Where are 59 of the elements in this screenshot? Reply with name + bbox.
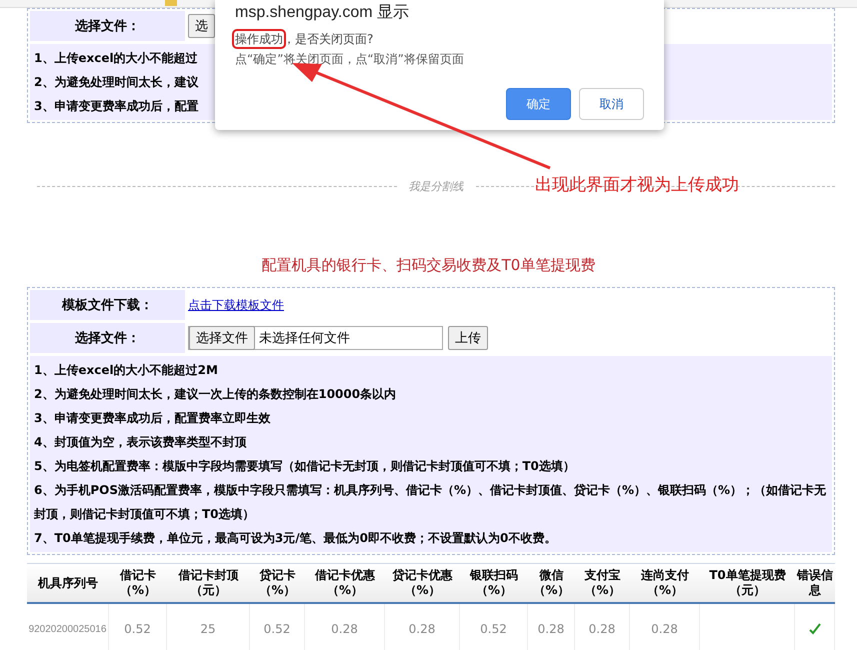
note-text: 1、上传excel的大小不能超过2M xyxy=(34,362,218,379)
column-header: 错误信息 xyxy=(796,568,834,598)
table-cell: 0.52 xyxy=(109,604,167,650)
column-unit: （%） xyxy=(584,583,621,598)
form-label: 选择文件： xyxy=(30,11,185,41)
note-text: 3、申请变更费率成功后，配置 xyxy=(34,98,198,115)
column-header: 贷记卡优惠 xyxy=(392,568,452,583)
checkmark-icon xyxy=(808,623,820,635)
column-header: 支付宝 xyxy=(584,568,620,583)
file-status: 未选择任何文件 xyxy=(258,330,350,347)
column-unit: （元） xyxy=(190,583,226,598)
file-input[interactable]: 选择文件 未选择任何文件 xyxy=(188,326,443,350)
column-header: 借记卡 xyxy=(120,568,156,583)
note-text: 5、为电签机配置费率：模版中字段均需要填写（如借记卡无封顶，则借记卡封顶值可不填；T0选填） xyxy=(34,458,575,475)
dialog-title: msp.shengpay.com 显示 xyxy=(235,3,410,23)
column-header: T0单笔提现费 xyxy=(709,568,786,583)
table-cell: 0.28 xyxy=(305,604,385,650)
note-text: 4、封顶值为空，表示该费率类型不封顶 xyxy=(34,434,246,451)
column-unit: （元） xyxy=(730,583,766,598)
table-cell: 25 xyxy=(167,604,250,650)
form-label: 选择文件： xyxy=(30,323,185,353)
column-header: 连尚支付 xyxy=(641,568,689,583)
column-unit: （%） xyxy=(120,583,156,598)
column-unit: （%） xyxy=(533,583,570,598)
table-cell: 0.28 xyxy=(385,604,460,650)
note-text: 1、上传excel的大小不能超过 xyxy=(34,50,198,67)
divider-label: 我是分割线 xyxy=(408,179,464,194)
column-unit: （%） xyxy=(259,583,296,598)
choose-file-button[interactable]: 选 xyxy=(188,14,215,38)
choose-file-button[interactable]: 选择文件 xyxy=(189,326,255,350)
table-cell: 0.28 xyxy=(575,604,630,650)
column-header: 借记卡优惠 xyxy=(315,568,375,583)
form-label: 模板文件下载： xyxy=(30,290,185,320)
section-title: 配置机具的银行卡、扫码交易收费及T0单笔提现费 xyxy=(260,256,596,275)
table-cell: 0.52 xyxy=(460,604,528,650)
column-unit: （%） xyxy=(646,583,684,598)
dialog-message: 操作成功，是否关闭页面? xyxy=(235,31,644,48)
table-cell: 0.28 xyxy=(630,604,700,650)
folder-icon[interactable] xyxy=(165,0,177,6)
table-cell: 0.28 xyxy=(528,604,575,650)
column-header: 贷记卡 xyxy=(260,568,296,583)
table-cell: 92020200025016 xyxy=(27,604,109,650)
column-header: 银联扫码 xyxy=(470,568,518,583)
column-header: 微信 xyxy=(540,568,564,583)
column-header: 机具序列号 xyxy=(38,576,98,590)
upload-button[interactable]: 上传 xyxy=(448,326,488,350)
note-text: 7、T0单笔提现手续费，单位元，最高可设为3元/笔、最低为0即不收费；不设置默认为0不收费。 xyxy=(34,530,556,547)
table-cell: 0.52 xyxy=(250,604,305,650)
note-text: 2、为避免处理时间太长，建议一次上传的条数控制在10000条以内 xyxy=(34,386,396,403)
cancel-button[interactable]: 取消 xyxy=(579,88,644,120)
note-text: 2、为避免处理时间太长，建议 xyxy=(34,74,198,91)
column-header: 借记卡封顶 xyxy=(178,568,238,583)
download-link[interactable]: 点击下载模板文件 xyxy=(188,296,284,314)
column-unit: （%） xyxy=(326,583,364,598)
column-unit: （%） xyxy=(476,583,512,598)
column-unit: （%） xyxy=(404,583,441,598)
note-text: 3、申请变更费率成功后，配置费率立即生效 xyxy=(34,410,270,427)
note-text: 6、为手机POS激活码配置费率，模版中字段只需填写：机具序列号、借记卡（%）、借记卡封顶值、贷记卡（%）、银联扫码（%）；（如借记卡无封顶，则借记卡封顶值可不填；T0选填） xyxy=(34,482,828,523)
annotation-text: 出现此界面才视为上传成功 xyxy=(535,174,739,196)
